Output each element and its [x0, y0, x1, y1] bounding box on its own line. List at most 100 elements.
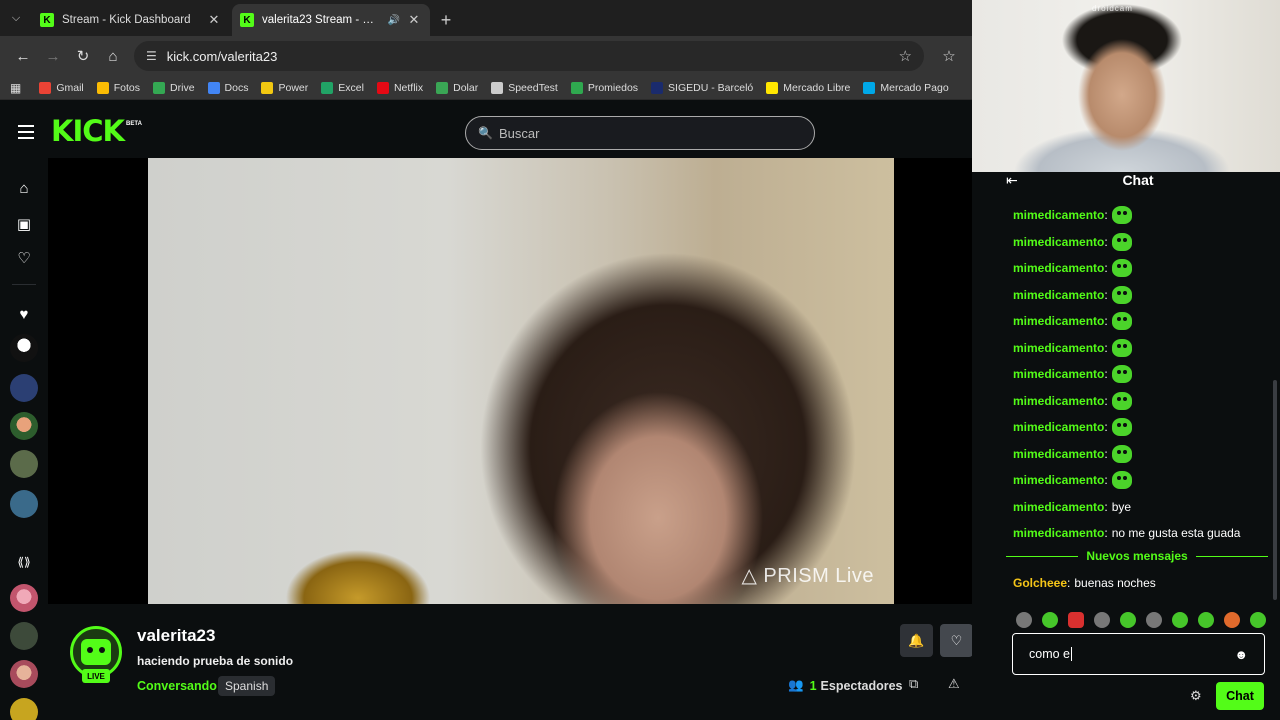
emote-icon[interactable]: [1250, 612, 1266, 628]
followed-channel-avatar[interactable]: [10, 412, 38, 440]
chat-username[interactable]: mimedicamento: [1013, 367, 1104, 381]
bookmark-item[interactable]: Excel: [321, 81, 364, 94]
bookmark-label: Promiedos: [587, 81, 639, 94]
forward-button[interactable]: →: [38, 41, 68, 71]
bookmark-item[interactable]: Promiedos: [570, 81, 639, 94]
emote-icon[interactable]: [1172, 612, 1188, 628]
emoji-picker-icon[interactable]: ☻: [1234, 647, 1248, 662]
apps-button[interactable]: ▦: [10, 81, 21, 95]
back-button[interactable]: ←: [8, 41, 38, 71]
chat-username[interactable]: mimedicamento: [1013, 473, 1104, 487]
emote-icon[interactable]: [1016, 612, 1032, 628]
follow-button[interactable]: ♡: [940, 624, 973, 657]
chat-username[interactable]: mimedicamento: [1013, 288, 1104, 302]
bookmarks-button[interactable]: ☆: [934, 41, 964, 71]
chat-username[interactable]: mimedicamento: [1013, 500, 1104, 514]
language-tag[interactable]: Spanish: [218, 676, 276, 696]
chat-username[interactable]: mimedicamento: [1013, 235, 1104, 249]
kick-logo[interactable]: KICK BETA: [51, 117, 142, 146]
bookmark-favicon-icon: [153, 81, 166, 94]
bookmark-item[interactable]: Mercado Pago: [863, 81, 949, 94]
close-tab-icon[interactable]: ✕: [406, 12, 422, 28]
emote-icon[interactable]: [1146, 612, 1162, 628]
new-messages-divider[interactable]: Nuevos mensajes: [1006, 548, 1269, 564]
browser-tab-dashboard[interactable]: K Stream - Kick Dashboard ✕: [32, 4, 230, 36]
chat-scrollbar[interactable]: [1273, 380, 1277, 600]
chat-username[interactable]: mimedicamento: [1013, 341, 1104, 355]
channel-name[interactable]: valerita23: [137, 626, 215, 646]
menu-icon[interactable]: [18, 125, 34, 139]
bookmark-label: Gmail: [56, 81, 84, 94]
bookmark-item[interactable]: Fotos: [96, 81, 140, 94]
chat-separator: :: [1104, 420, 1108, 435]
chat-username[interactable]: mimedicamento: [1013, 447, 1104, 461]
home-icon[interactable]: ⌂: [12, 176, 36, 200]
reload-button[interactable]: ↻: [68, 41, 98, 71]
report-warning-icon[interactable]: ⚠: [948, 676, 960, 692]
home-button[interactable]: ⌂: [98, 41, 128, 71]
bookmark-item[interactable]: Netflix: [376, 81, 423, 94]
site-info-icon[interactable]: ☰: [146, 49, 157, 63]
users-icon: 👥: [788, 678, 804, 692]
recommended-channel-avatar[interactable]: [10, 660, 38, 688]
chat-username[interactable]: mimedicamento: [1013, 208, 1104, 222]
chat-message-input[interactable]: como e ☻: [1012, 633, 1265, 675]
followed-channel-avatar[interactable]: [10, 374, 38, 402]
bookmarks-bar: ▦ Gmail Fotos Drive Docs Power Excel Netflix Do…: [0, 76, 972, 100]
share-icon[interactable]: ⧉: [909, 676, 918, 692]
search-icon: 🔍: [478, 126, 493, 140]
recommended-icon[interactable]: ⟪⟫: [12, 550, 36, 574]
chat-username[interactable]: mimedicamento: [1013, 526, 1104, 540]
video-player[interactable]: △ PRISM Live: [48, 158, 972, 604]
chat-message: mimedicamento:: [1013, 388, 1273, 415]
chat-username[interactable]: mimedicamento: [1013, 394, 1104, 408]
bookmark-item[interactable]: SIGEDU - Barceló: [651, 81, 753, 94]
chat-emote-icon: [1111, 391, 1132, 410]
stream-video[interactable]: △ PRISM Live: [148, 158, 894, 604]
bookmark-item[interactable]: Dolar: [436, 81, 478, 94]
emote-icon[interactable]: [1224, 612, 1240, 628]
chat-username[interactable]: mimedicamento: [1013, 420, 1104, 434]
chat-username[interactable]: Golcheee: [1013, 576, 1067, 590]
address-bar[interactable]: ☰ kick.com/valerita23 ☆: [134, 41, 924, 71]
recommended-channel-avatar[interactable]: [10, 584, 38, 612]
browse-icon[interactable]: ▣: [12, 212, 36, 236]
search-input[interactable]: 🔍 Buscar: [465, 116, 815, 150]
recommended-channel-avatar[interactable]: [10, 698, 38, 720]
close-tab-icon[interactable]: ✕: [206, 12, 222, 28]
send-chat-button[interactable]: Chat: [1216, 682, 1264, 710]
new-tab-button[interactable]: +: [432, 4, 460, 36]
stream-info: LIVE valerita23 haciendo prueba de sonid…: [48, 604, 973, 720]
bookmark-item[interactable]: Power: [261, 81, 308, 94]
emote-icon[interactable]: [1068, 612, 1084, 628]
bookmark-item[interactable]: Mercado Libre: [766, 81, 850, 94]
emote-icon[interactable]: [1042, 612, 1058, 628]
chat-settings-gear-icon[interactable]: ⚙: [1190, 688, 1202, 704]
tab-search-button[interactable]: ⌵: [0, 0, 32, 36]
speaker-icon[interactable]: 🔊: [388, 15, 400, 26]
following-heart-icon[interactable]: ♡: [12, 246, 36, 270]
emote-icon[interactable]: [1094, 612, 1110, 628]
followed-channel-avatar[interactable]: [10, 450, 38, 478]
bookmark-item[interactable]: Drive: [153, 81, 195, 94]
bookmark-item[interactable]: Docs: [207, 81, 248, 94]
browser-tab-stream[interactable]: K valerita23 Stream - Watch Live 🔊 ✕: [232, 4, 430, 36]
stream-category[interactable]: Conversando: [137, 679, 217, 693]
chat-separator: :: [1104, 446, 1108, 461]
followed-channel-avatar[interactable]: [10, 490, 38, 518]
emote-icon[interactable]: [1198, 612, 1214, 628]
chat-username[interactable]: mimedicamento: [1013, 314, 1104, 328]
chat-username[interactable]: mimedicamento: [1013, 261, 1104, 275]
bookmark-favicon-icon: [207, 81, 220, 94]
recommended-channel-avatar[interactable]: [10, 622, 38, 650]
followed-channel-avatar[interactable]: [10, 334, 38, 362]
bookmark-item[interactable]: SpeedTest: [491, 81, 558, 94]
webcam-overlay: droidcam: [972, 0, 1280, 172]
bookmark-item[interactable]: Gmail: [39, 81, 84, 94]
bookmark-favicon-icon: [321, 81, 334, 94]
emote-icon[interactable]: [1120, 612, 1136, 628]
divider: [12, 284, 36, 285]
home-icon: ⌂: [108, 47, 118, 65]
bookmark-star-icon[interactable]: ☆: [899, 47, 912, 65]
notifications-button[interactable]: 🔔: [900, 624, 933, 657]
